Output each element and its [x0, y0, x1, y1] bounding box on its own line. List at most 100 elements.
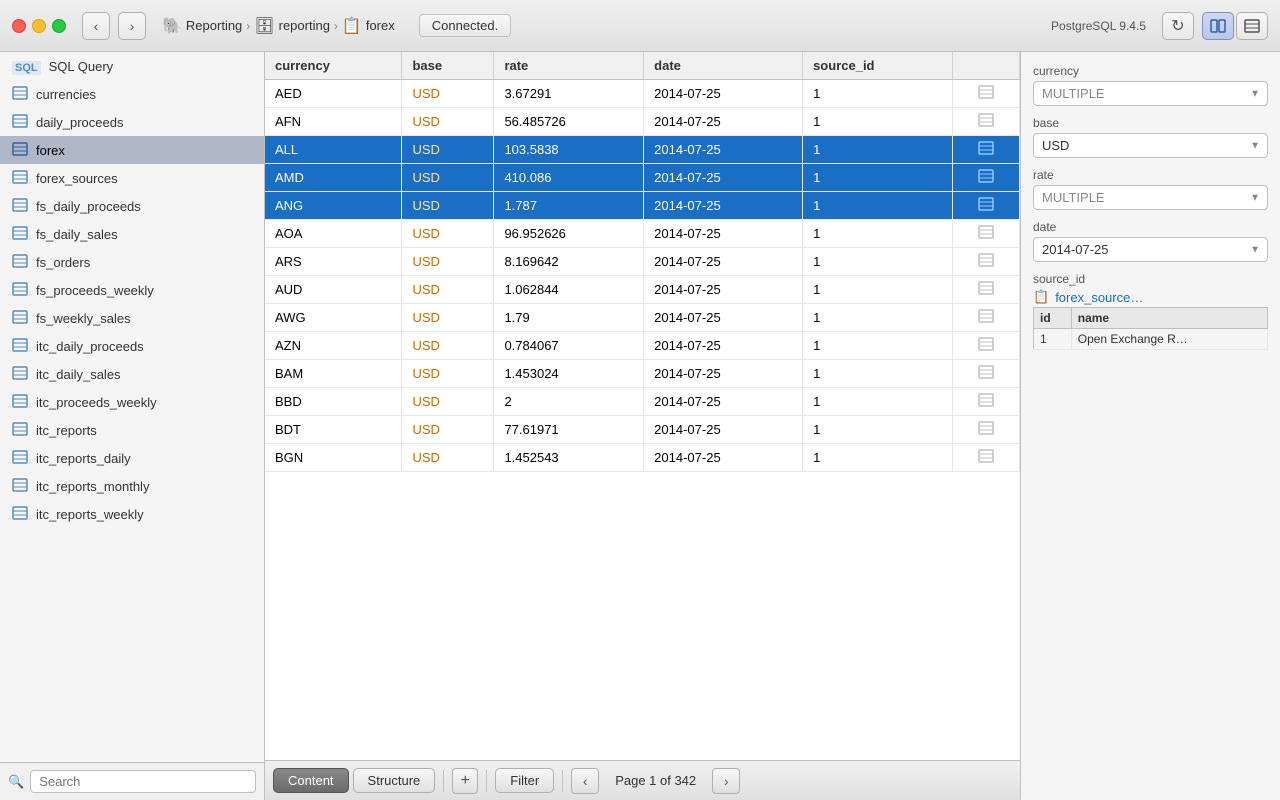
col-header-source_id: source_id [803, 52, 953, 80]
cell-date: 2014-07-25 [644, 360, 803, 388]
table-row[interactable]: AUDUSD1.0628442014-07-251 [265, 276, 1020, 304]
sidebar-item-forex_sources[interactable]: forex_sources [0, 164, 264, 192]
minimize-button[interactable] [32, 19, 46, 33]
traffic-lights [12, 19, 66, 33]
cell-row-action[interactable] [952, 388, 1019, 416]
rate-filter-select[interactable]: MULTIPLE [1033, 185, 1268, 210]
sidebar-item-fs_weekly_sales[interactable]: fs_weekly_sales [0, 304, 264, 332]
table-row[interactable]: AMDUSD410.0862014-07-251 [265, 164, 1020, 192]
date-filter-select[interactable]: 2014-07-25 [1033, 237, 1268, 262]
cell-row-action[interactable] [952, 164, 1019, 192]
sidebar-item-itc_daily_proceeds[interactable]: itc_daily_proceeds [0, 332, 264, 360]
table-icon [12, 478, 28, 495]
sidebar-item-label: itc_reports_daily [36, 451, 131, 466]
cell-rate: 77.61971 [494, 416, 644, 444]
sidebar-item-itc_daily_sales[interactable]: itc_daily_sales [0, 360, 264, 388]
filter-button[interactable]: Filter [495, 768, 554, 793]
sidebar-item-itc_reports_daily[interactable]: itc_reports_daily [0, 444, 264, 472]
cell-source_id: 1 [803, 192, 953, 220]
add-row-button[interactable]: + [452, 768, 478, 794]
cell-rate: 3.67291 [494, 80, 644, 108]
cell-row-action[interactable] [952, 136, 1019, 164]
close-button[interactable] [12, 19, 26, 33]
breadcrumb-item-reporting-db[interactable]: 🗄 reporting [254, 16, 330, 36]
sidebar-item-itc_reports_weekly[interactable]: itc_reports_weekly [0, 500, 264, 528]
nav-back-button[interactable]: ‹ [82, 12, 110, 40]
sidebar-item-SQL Query[interactable]: SQLSQL Query [0, 52, 264, 80]
table-row[interactable]: ALLUSD103.58382014-07-251 [265, 136, 1020, 164]
sidebar-item-fs_daily_sales[interactable]: fs_daily_sales [0, 220, 264, 248]
nav-forward-button[interactable]: › [118, 12, 146, 40]
breadcrumb-item-forex[interactable]: 📋 forex [342, 16, 395, 36]
cell-row-action[interactable] [952, 276, 1019, 304]
cell-source_id: 1 [803, 332, 953, 360]
cell-row-action[interactable] [952, 80, 1019, 108]
sidebar-item-itc_reports[interactable]: itc_reports [0, 416, 264, 444]
sidebar: SQLSQL Querycurrenciesdaily_proceedsfore… [0, 52, 265, 800]
sidebar-item-daily_proceeds[interactable]: daily_proceeds [0, 108, 264, 136]
cell-base: USD [402, 444, 494, 472]
layout-button-1[interactable] [1202, 12, 1234, 40]
next-page-button[interactable]: › [712, 768, 740, 794]
table-row[interactable]: ANGUSD1.7872014-07-251 [265, 192, 1020, 220]
cell-row-action[interactable] [952, 304, 1019, 332]
data-table-container: currencybaseratedatesource_idAEDUSD3.672… [265, 52, 1020, 760]
base-filter-label: base [1033, 116, 1268, 130]
table-icon [12, 506, 28, 523]
table-icon [12, 254, 28, 271]
cell-row-action[interactable] [952, 416, 1019, 444]
cell-date: 2014-07-25 [644, 136, 803, 164]
currency-filter-select[interactable]: MULTIPLE [1033, 81, 1268, 106]
col-header-rate: rate [494, 52, 644, 80]
cell-row-action[interactable] [952, 360, 1019, 388]
table-row[interactable]: AEDUSD3.672912014-07-251 [265, 80, 1020, 108]
sidebar-item-label: SQL Query [49, 59, 114, 74]
table-row[interactable]: BGNUSD1.4525432014-07-251 [265, 444, 1020, 472]
table-row[interactable]: BBDUSD22014-07-251 [265, 388, 1020, 416]
table-row[interactable]: AFNUSD56.4857262014-07-251 [265, 108, 1020, 136]
layout-button-2[interactable] [1236, 12, 1268, 40]
sidebar-item-itc_reports_monthly[interactable]: itc_reports_monthly [0, 472, 264, 500]
cell-source_id: 1 [803, 220, 953, 248]
prev-page-button[interactable]: ‹ [571, 768, 599, 794]
cell-base: USD [402, 276, 494, 304]
sidebar-item-forex[interactable]: forex [0, 136, 264, 164]
cell-currency: ARS [265, 248, 402, 276]
sidebar-item-currencies[interactable]: currencies [0, 80, 264, 108]
cell-rate: 2 [494, 388, 644, 416]
table-row[interactable]: BAMUSD1.4530242014-07-251 [265, 360, 1020, 388]
cell-row-action[interactable] [952, 220, 1019, 248]
cell-row-action[interactable] [952, 444, 1019, 472]
breadcrumb-sep-1: › [246, 19, 250, 33]
sidebar-item-fs_orders[interactable]: fs_orders [0, 248, 264, 276]
sidebar-item-fs_daily_proceeds[interactable]: fs_daily_proceeds [0, 192, 264, 220]
table-icon [12, 142, 28, 159]
cell-currency: AFN [265, 108, 402, 136]
breadcrumb-item-reporting[interactable]: 🐘 Reporting [162, 16, 242, 36]
table-row[interactable]: AWGUSD1.792014-07-251 [265, 304, 1020, 332]
sidebar-item-label: itc_daily_sales [36, 367, 121, 382]
sidebar-item-fs_proceeds_weekly[interactable]: fs_proceeds_weekly [0, 276, 264, 304]
table-row[interactable]: BDTUSD77.619712014-07-251 [265, 416, 1020, 444]
base-filter-select[interactable]: USD [1033, 133, 1268, 158]
content-tab[interactable]: Content [273, 768, 349, 793]
cell-date: 2014-07-25 [644, 304, 803, 332]
table-row[interactable]: AOAUSD96.9526262014-07-251 [265, 220, 1020, 248]
cell-base: USD [402, 248, 494, 276]
cell-currency: BGN [265, 444, 402, 472]
table-row[interactable]: AZNUSD0.7840672014-07-251 [265, 332, 1020, 360]
source-table-name[interactable]: forex_source… [1055, 290, 1143, 305]
table-row[interactable]: ARSUSD8.1696422014-07-251 [265, 248, 1020, 276]
cell-row-action[interactable] [952, 248, 1019, 276]
search-input[interactable] [30, 770, 256, 793]
refresh-button[interactable]: ↻ [1162, 12, 1194, 40]
maximize-button[interactable] [52, 19, 66, 33]
content-area: currencybaseratedatesource_idAEDUSD3.672… [265, 52, 1020, 800]
cell-row-action[interactable] [952, 192, 1019, 220]
cell-row-action[interactable] [952, 332, 1019, 360]
structure-tab[interactable]: Structure [353, 768, 436, 793]
mini-cell-id: 1 [1034, 329, 1072, 350]
sidebar-item-itc_proceeds_weekly[interactable]: itc_proceeds_weekly [0, 388, 264, 416]
cell-row-action[interactable] [952, 108, 1019, 136]
cell-base: USD [402, 304, 494, 332]
